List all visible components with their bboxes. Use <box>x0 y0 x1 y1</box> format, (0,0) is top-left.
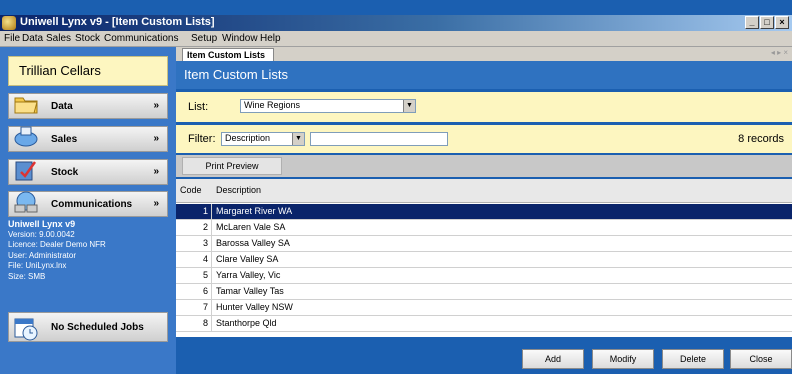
filter-row: Filter: Description ▼ 8 records <box>176 125 792 153</box>
filter-field-dropdown[interactable]: Description ▼ <box>221 132 305 146</box>
row-code: 2 <box>176 220 212 235</box>
row-code: 5 <box>176 268 212 283</box>
scheduled-jobs-panel[interactable]: No Scheduled Jobs <box>8 312 168 342</box>
sidebar-item-sales[interactable]: Sales » <box>8 126 168 152</box>
info-version: Version: 9.00.0042 <box>8 229 75 239</box>
column-header-code[interactable]: Code <box>180 185 202 195</box>
chevron-down-icon: » <box>153 198 159 209</box>
info-licence: Licence: Dealer Demo NFR <box>8 240 106 249</box>
title-bar: Uniwell Lynx v9 - [Item Custom Lists] _ … <box>0 15 792 31</box>
calendar-clock-icon <box>14 318 38 341</box>
menu-stock[interactable]: Stock <box>75 33 100 44</box>
menu-file[interactable]: File <box>4 33 20 44</box>
main-panel: Item Custom Lists ◂ ▸ × Item Custom List… <box>176 47 792 374</box>
menu-setup[interactable]: Setup <box>191 33 217 44</box>
info-size: Size: SMB <box>8 271 46 281</box>
tab-item-custom-lists[interactable]: Item Custom Lists <box>182 48 274 61</box>
tab-scroll-arrows-icon[interactable]: ◂ ▸ × <box>771 48 788 57</box>
table-row[interactable]: 2 McLaren Vale SA <box>176 220 792 236</box>
close-window-button[interactable]: × <box>775 16 789 29</box>
maximize-button[interactable]: □ <box>760 16 774 29</box>
page-title: Item Custom Lists <box>176 61 792 89</box>
custom-list-grid: Code Description 1 Margaret River WA 2 M… <box>176 179 792 337</box>
table-row[interactable]: 6 Tamar Valley Tas <box>176 284 792 300</box>
menu-communications[interactable]: Communications <box>104 33 178 44</box>
folder-icon <box>14 97 38 114</box>
jobs-label: No Scheduled Jobs <box>51 322 144 333</box>
menu-bar: File Data Sales Stock Communications Set… <box>0 31 792 47</box>
modify-button[interactable]: Modify <box>592 349 654 369</box>
app-icon <box>2 16 16 30</box>
add-button[interactable]: Add <box>522 349 584 369</box>
row-code: 1 <box>176 204 212 219</box>
list-selector-row: List: Wine Regions ▼ <box>176 92 792 122</box>
sidebar-item-data[interactable]: Data » <box>8 93 168 119</box>
row-description: Hunter Valley NSW <box>216 302 293 312</box>
list-dropdown-value: Wine Regions <box>244 100 301 110</box>
row-code: 3 <box>176 236 212 251</box>
system-info: Uniwell Lynx v9 Version: 9.00.0042 Licen… <box>8 219 168 319</box>
row-code: 7 <box>176 300 212 315</box>
table-row[interactable]: 1 Margaret River WA <box>176 204 792 220</box>
sidebar-item-communications[interactable]: Communications » <box>8 191 168 217</box>
info-file: File: UniLynx.lnx <box>8 261 67 270</box>
sidebar-item-label: Sales <box>51 134 78 145</box>
chevron-down-icon: ▼ <box>403 100 415 112</box>
list-dropdown[interactable]: Wine Regions ▼ <box>240 99 416 113</box>
network-icon <box>14 191 38 213</box>
column-header-description[interactable]: Description <box>216 185 261 195</box>
chevron-down-icon: » <box>153 166 159 177</box>
row-code: 8 <box>176 316 212 331</box>
filter-label: Filter: <box>188 133 216 145</box>
table-row[interactable]: 7 Hunter Valley NSW <box>176 300 792 316</box>
sidebar-item-label: Communications <box>51 199 133 210</box>
row-description: Yarra Valley, Vic <box>216 270 281 280</box>
delete-button[interactable]: Delete <box>662 349 724 369</box>
table-row[interactable]: 8 Stanthorpe Qld <box>176 316 792 332</box>
menu-sales[interactable]: Sales <box>46 33 71 44</box>
row-description: Clare Valley SA <box>216 254 279 264</box>
stock-icon <box>15 161 37 181</box>
tab-strip: Item Custom Lists ◂ ▸ × <box>176 47 792 61</box>
row-description: Barossa Valley SA <box>216 238 290 248</box>
filter-text-input[interactable] <box>310 132 448 146</box>
close-button[interactable]: Close <box>730 349 792 369</box>
menu-help[interactable]: Help <box>260 33 281 44</box>
sidebar-item-label: Stock <box>51 167 79 178</box>
company-name: Trillian Cellars <box>8 56 168 86</box>
row-description: McLaren Vale SA <box>216 222 286 232</box>
table-row[interactable]: 5 Yarra Valley, Vic <box>176 268 792 284</box>
sidebar-item-label: Data <box>51 101 73 112</box>
info-user: User: Administrator <box>8 250 77 260</box>
row-description: Stanthorpe Qld <box>216 318 277 328</box>
window-title: Uniwell Lynx v9 - [Item Custom Lists] <box>20 16 215 28</box>
print-toolbar: Print Preview <box>176 155 792 177</box>
menu-window[interactable]: Window <box>222 33 258 44</box>
record-count: 8 records <box>738 133 784 145</box>
filter-field-value: Description <box>225 133 271 143</box>
row-code: 4 <box>176 252 212 267</box>
chevron-down-icon: » <box>153 133 159 144</box>
row-description: Margaret River WA <box>216 206 293 216</box>
table-row[interactable]: 3 Barossa Valley SA <box>176 236 792 252</box>
list-label: List: <box>188 101 209 113</box>
table-row[interactable]: 4 Clare Valley SA <box>176 252 792 268</box>
minimize-button[interactable]: _ <box>745 16 759 29</box>
action-button-bar: Add Modify Delete Close <box>176 341 792 374</box>
chevron-down-icon: ▼ <box>292 133 304 145</box>
chevron-down-icon: » <box>153 100 159 111</box>
sidebar-item-stock[interactable]: Stock » <box>8 159 168 185</box>
print-preview-button[interactable]: Print Preview <box>182 157 282 175</box>
sidebar: Trillian Cellars Data » Sales » Stock » … <box>0 47 176 374</box>
info-app: Uniwell Lynx v9 <box>8 219 76 229</box>
grid-header: Code Description <box>176 179 792 203</box>
sales-icon <box>14 126 38 147</box>
menu-data[interactable]: Data <box>22 33 43 44</box>
row-code: 6 <box>176 284 212 299</box>
row-description: Tamar Valley Tas <box>216 286 284 296</box>
